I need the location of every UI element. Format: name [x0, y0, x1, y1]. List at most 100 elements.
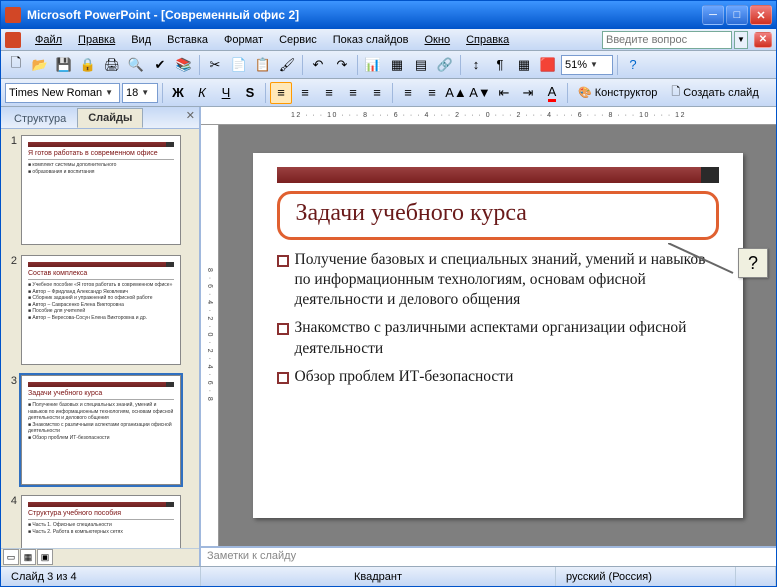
bullets-icon[interactable]: ≡ [421, 82, 443, 104]
thumbnail-4[interactable]: 4Структура учебного пособия■ Часть 1. Оф… [1, 493, 199, 548]
slide-canvas[interactable]: Задачи учебного курса Получение базовых … [219, 125, 776, 546]
undo-icon[interactable]: ↶ [307, 54, 329, 76]
separator [265, 83, 266, 103]
menu-tools[interactable]: Сервис [271, 32, 325, 48]
slide-bullet[interactable]: Знакомство с различными аспектами органи… [295, 318, 719, 358]
new-icon[interactable]: 🗋 [5, 54, 27, 76]
close-button[interactable]: ✕ [750, 5, 772, 25]
research-icon[interactable]: 📚 [173, 54, 195, 76]
slide-title-text[interactable]: Задачи учебного курса [296, 200, 700, 227]
increase-font-icon[interactable]: A▲ [445, 82, 467, 104]
font-color-icon[interactable]: A [541, 82, 563, 104]
increase-indent-icon[interactable]: ⇥ [517, 82, 539, 104]
normal-view-icon[interactable]: ▭ [3, 549, 19, 565]
font-combo[interactable]: Times New Roman▼ [5, 83, 120, 103]
cut-icon[interactable]: ✂ [204, 54, 226, 76]
thumbnail-preview: Задачи учебного курса■ Получение базовых… [21, 375, 181, 485]
status-language[interactable]: русский (Россия) [556, 567, 736, 586]
sorter-view-icon[interactable]: ▦ [20, 549, 36, 565]
status-layout: Квадрант [201, 567, 556, 586]
thumbnail-3[interactable]: 3Задачи учебного курса■ Получение базовы… [1, 373, 199, 493]
maximize-button[interactable]: □ [726, 5, 748, 25]
ask-question-dropdown[interactable]: ▼ [734, 31, 748, 49]
new-slide-button[interactable]: 🗋Создать слайд [665, 82, 764, 104]
ask-question-input[interactable] [602, 31, 732, 49]
tab-outline[interactable]: Структура [3, 109, 77, 128]
shadow-button[interactable]: S [239, 82, 261, 104]
title-bar: Microsoft PowerPoint - [Современный офис… [1, 1, 776, 29]
menu-edit[interactable]: Правка [70, 32, 123, 48]
menu-file[interactable]: Файл [27, 32, 70, 48]
align-justify-icon[interactable]: ≡ [342, 82, 364, 104]
slide-body-placeholder[interactable]: Получение базовых и специальных знаний, … [277, 250, 719, 387]
menu-help[interactable]: Справка [458, 32, 517, 48]
status-bar: Слайд 3 из 4 Квадрант русский (Россия) [1, 566, 776, 586]
tables-borders-icon[interactable]: ▤ [410, 54, 432, 76]
menu-format[interactable]: Формат [216, 32, 271, 48]
underline-button[interactable]: Ч [215, 82, 237, 104]
formatting-toolbar: Times New Roman▼ 18▼ Ж К Ч S ≡ ≡ ≡ ≡ ≡ ≡… [1, 79, 776, 107]
menu-view[interactable]: Вид [123, 32, 159, 48]
hyperlink-icon[interactable]: 🔗 [434, 54, 456, 76]
minimize-button[interactable]: ─ [702, 5, 724, 25]
status-extra [736, 567, 776, 586]
slide-bullet[interactable]: Обзор проблем ИТ-безопасности [295, 367, 719, 387]
slideshow-view-icon[interactable]: ▣ [37, 549, 53, 565]
thumbnail-1[interactable]: 1Я готов работать в современном офисе■ к… [1, 133, 199, 253]
decrease-indent-icon[interactable]: ⇤ [493, 82, 515, 104]
thumbnail-preview: Структура учебного пособия■ Часть 1. Офи… [21, 495, 181, 548]
tab-slides[interactable]: Слайды [77, 108, 143, 128]
doc-close-button[interactable]: ✕ [754, 32, 772, 48]
notes-pane[interactable]: Заметки к слайду [201, 546, 776, 566]
thumbnail-2[interactable]: 2Состав комплекса■ Учебное пособие «Я го… [1, 253, 199, 373]
slide-bullet[interactable]: Получение базовых и специальных знаний, … [295, 250, 719, 310]
numbering-icon[interactable]: ≡ [397, 82, 419, 104]
table-icon[interactable]: ▦ [386, 54, 408, 76]
menu-window[interactable]: Окно [417, 32, 459, 48]
copy-icon[interactable]: 📄 [228, 54, 250, 76]
italic-button[interactable]: К [191, 82, 213, 104]
chart-icon[interactable]: 📊 [362, 54, 384, 76]
open-icon[interactable]: 📂 [29, 54, 51, 76]
show-formatting-icon[interactable]: ¶ [489, 54, 511, 76]
slide-title-placeholder[interactable]: Задачи учебного курса [277, 191, 719, 240]
thumbnail-preview: Состав комплекса■ Учебное пособие «Я гот… [21, 255, 181, 365]
spellcheck-icon[interactable]: ✔ [149, 54, 171, 76]
separator [199, 55, 200, 75]
designer-button[interactable]: 🎨Конструктор [572, 82, 663, 104]
editor-pane: 12 · · · 10 · · · 8 · · · 6 · · · 4 · · … [201, 107, 776, 566]
separator [302, 55, 303, 75]
thumbnail-number: 1 [5, 135, 17, 245]
slides-pane: Структура Слайды ✕ 1Я готов работать в с… [1, 107, 201, 566]
color-icon[interactable]: 🟥 [537, 54, 559, 76]
format-painter-icon[interactable]: 🖌 [276, 54, 298, 76]
font-size-combo[interactable]: 18▼ [122, 83, 158, 103]
menu-insert[interactable]: Вставка [159, 32, 216, 48]
align-center-icon[interactable]: ≡ [294, 82, 316, 104]
zoom-combo[interactable]: 51%▼ [561, 55, 613, 75]
decrease-font-icon[interactable]: A▼ [469, 82, 491, 104]
align-left-icon[interactable]: ≡ [270, 82, 292, 104]
slide-area: 8 · 6 · 4 · 2 · 0 · 2 · 4 · 6 · 8 Задачи… [201, 125, 776, 546]
grid-icon[interactable]: ▦ [513, 54, 535, 76]
help-icon[interactable]: ? [622, 54, 644, 76]
redo-icon[interactable]: ↷ [331, 54, 353, 76]
powerpoint-icon [5, 7, 21, 23]
paste-icon[interactable]: 📋 [252, 54, 274, 76]
permission-icon[interactable]: 🔒 [77, 54, 99, 76]
distributed-icon[interactable]: ≡ [366, 82, 388, 104]
expand-all-icon[interactable]: ↕ [465, 54, 487, 76]
print-icon[interactable]: 🖨 [101, 54, 123, 76]
help-callout-box[interactable]: ? [738, 248, 768, 278]
bold-button[interactable]: Ж [167, 82, 189, 104]
pane-tabs: Структура Слайды ✕ [1, 107, 199, 129]
app-menu-icon[interactable] [5, 32, 21, 48]
current-slide[interactable]: Задачи учебного курса Получение базовых … [253, 153, 743, 518]
pane-close-icon[interactable]: ✕ [186, 109, 195, 122]
menu-slideshow[interactable]: Показ слайдов [325, 32, 417, 48]
align-right-icon[interactable]: ≡ [318, 82, 340, 104]
save-icon[interactable]: 💾 [53, 54, 75, 76]
standard-toolbar: 🗋 📂 💾 🔒 🖨 🔍 ✔ 📚 ✂ 📄 📋 🖌 ↶ ↷ 📊 ▦ ▤ 🔗 ↕ ¶ … [1, 51, 776, 79]
print-preview-icon[interactable]: 🔍 [125, 54, 147, 76]
thumbnail-number: 3 [5, 375, 17, 485]
